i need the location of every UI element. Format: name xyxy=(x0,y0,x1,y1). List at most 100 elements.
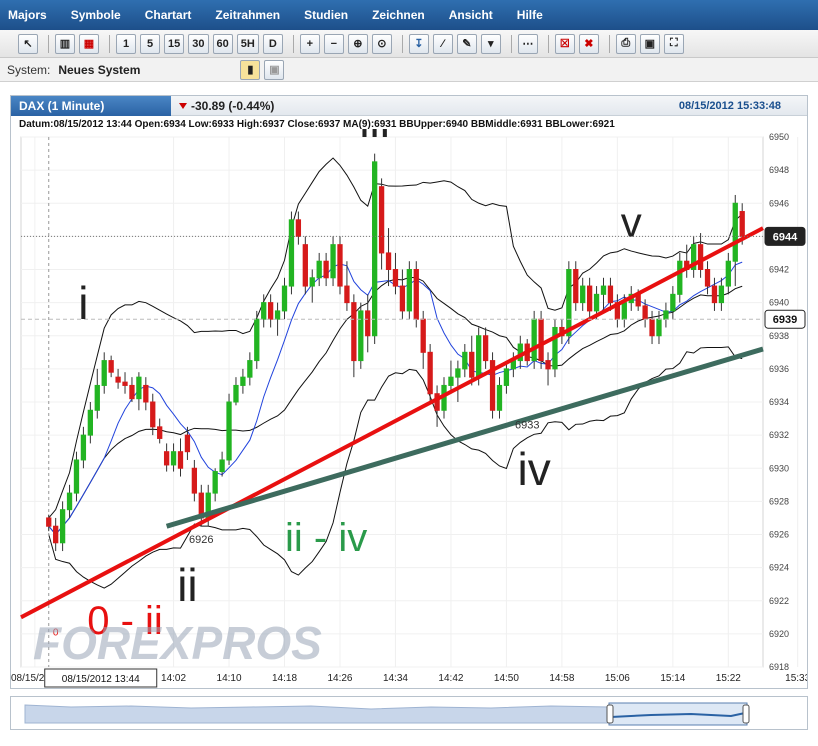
system-name[interactable]: Neues System xyxy=(58,63,140,77)
y-tick-label: 6928 xyxy=(769,496,789,506)
y-tick-label: 6938 xyxy=(769,331,789,341)
candle xyxy=(241,377,245,385)
x-tick-label: 15:22 xyxy=(716,673,741,684)
candle xyxy=(705,270,709,287)
pen-icon[interactable]: ✎ xyxy=(457,34,477,54)
menu-item-studien[interactable]: Studien xyxy=(304,8,348,22)
y-tick-label: 6922 xyxy=(769,596,789,606)
timeframe-button-1[interactable]: 1 xyxy=(116,34,136,54)
zoom-reset-icon[interactable]: ⊙ xyxy=(372,34,392,54)
timeframe-button-5h[interactable]: 5H xyxy=(237,34,259,54)
candle xyxy=(324,261,328,278)
candle xyxy=(95,385,99,410)
candle xyxy=(109,361,113,373)
y-tick-label: 6920 xyxy=(769,629,789,639)
crosshair-icon[interactable]: ⋯ xyxy=(518,34,538,54)
dropdown-arrow-icon[interactable]: ▾ xyxy=(481,34,501,54)
candle xyxy=(171,452,175,465)
candle xyxy=(60,510,64,543)
y-tick-label: 6930 xyxy=(769,463,789,473)
timeframe-button-5[interactable]: 5 xyxy=(140,34,160,54)
x-tick-label: 15:06 xyxy=(605,673,630,684)
y-tick-label: 6932 xyxy=(769,430,789,440)
candle xyxy=(317,261,321,278)
candle xyxy=(144,385,148,402)
candle xyxy=(268,303,272,320)
candle xyxy=(539,319,543,360)
timeframe-button-30[interactable]: 30 xyxy=(188,34,208,54)
candle xyxy=(296,220,300,237)
candle xyxy=(255,319,259,360)
wave-annotation: ii - iv xyxy=(285,516,367,560)
candle xyxy=(275,311,279,319)
x-tick-label: 14:10 xyxy=(217,673,242,684)
candlestick-chart[interactable]: 6918692069226924692669286930693269346936… xyxy=(11,129,807,689)
candle xyxy=(116,377,120,382)
candle xyxy=(192,468,196,493)
wave-annotation: iii xyxy=(359,129,390,147)
candle xyxy=(567,270,571,336)
navigator-scrollbar[interactable] xyxy=(10,696,808,730)
fullscreen-icon[interactable]: ⛶ xyxy=(664,34,684,54)
chart-header: DAX (1 Minute) -30.89 (-0.44%) 08/15/201… xyxy=(11,96,807,116)
timeframe-button-d[interactable]: D xyxy=(263,34,283,54)
candle xyxy=(164,452,168,465)
menu-item-hilfe[interactable]: Hilfe xyxy=(517,8,543,22)
open-system-icon[interactable]: ▮ xyxy=(240,60,260,80)
zoom-fit-icon[interactable]: ⊕ xyxy=(348,34,368,54)
candle xyxy=(726,261,730,286)
x-tick-label: 14:34 xyxy=(383,673,408,684)
y-tick-label: 6940 xyxy=(769,298,789,308)
candle xyxy=(345,286,349,303)
draw-line-icon[interactable]: ∕ xyxy=(433,34,453,54)
save-system-icon[interactable]: ▣ xyxy=(264,60,284,80)
print-icon[interactable]: ⎙ xyxy=(616,34,636,54)
menu-item-chartart[interactable]: Chartart xyxy=(145,8,192,22)
menu-item-majors[interactable]: Majors xyxy=(8,8,47,22)
candle xyxy=(130,385,134,398)
zoom-out-icon[interactable]: − xyxy=(324,34,344,54)
price-label: 6939 xyxy=(773,314,797,326)
candle xyxy=(414,270,418,320)
candle xyxy=(740,212,744,237)
candle xyxy=(373,162,377,336)
candle xyxy=(234,385,238,402)
candle-chart-type-button[interactable]: ▦ xyxy=(79,34,99,54)
bar-chart-type-button[interactable]: ▥ xyxy=(55,34,75,54)
menu-bar: Majors Symbole Chartart Zeitrahmen Studien Ze… xyxy=(0,0,818,30)
candle xyxy=(352,303,356,361)
timeframe-button-15[interactable]: 15 xyxy=(164,34,184,54)
wave-annotation: 6933 xyxy=(515,420,539,432)
toolbar-separator xyxy=(402,35,403,53)
timeframe-button-60[interactable]: 60 xyxy=(213,34,233,54)
candle xyxy=(657,319,661,336)
delete-selected-icon[interactable]: ☒ xyxy=(555,34,575,54)
candle xyxy=(331,245,335,278)
candle xyxy=(553,327,557,368)
candle xyxy=(178,452,182,469)
candle xyxy=(54,526,58,543)
menu-item-symbole[interactable]: Symbole xyxy=(71,8,121,22)
x-tick-label: 14:50 xyxy=(494,673,519,684)
candle xyxy=(158,427,162,439)
menu-item-zeichnen[interactable]: Zeichnen xyxy=(372,8,425,22)
zoom-in-icon[interactable]: + xyxy=(300,34,320,54)
candle xyxy=(338,245,342,286)
menu-item-ansicht[interactable]: Ansicht xyxy=(449,8,493,22)
screenshot-icon[interactable]: ▣ xyxy=(640,34,660,54)
candle xyxy=(393,270,397,287)
candle xyxy=(664,311,668,319)
cursor-date-label: 08/15/2012 13:44 xyxy=(62,674,140,685)
x-tick-label: 15:14 xyxy=(660,673,685,684)
symbol-tab[interactable]: DAX (1 Minute) xyxy=(11,96,171,116)
pointer-tool-button[interactable]: ↖ xyxy=(18,34,38,54)
candle xyxy=(386,253,390,270)
x-tick-label: 14:02 xyxy=(161,673,186,684)
candle xyxy=(262,303,266,320)
delete-all-icon[interactable]: ✖ xyxy=(579,34,599,54)
candle xyxy=(366,311,370,336)
wave-annotation: 6926 xyxy=(189,534,213,546)
menu-item-zeitrahmen[interactable]: Zeitrahmen xyxy=(215,8,280,22)
y-tick-label: 6934 xyxy=(769,397,789,407)
download-icon[interactable]: ↧ xyxy=(409,34,429,54)
